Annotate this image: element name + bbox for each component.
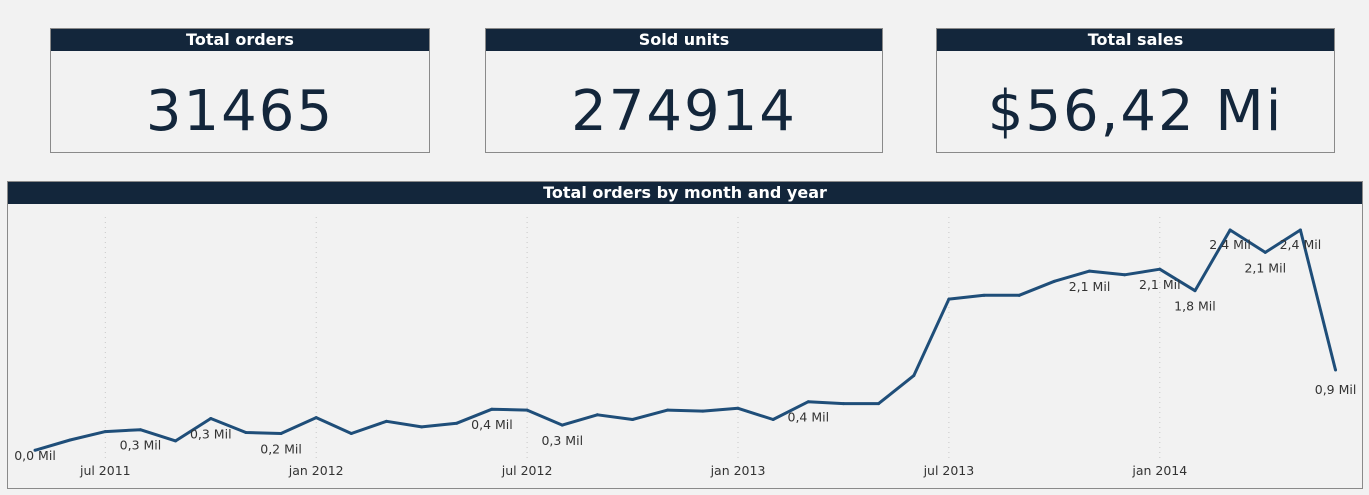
data-point[interactable] xyxy=(1052,279,1056,283)
data-point[interactable] xyxy=(1123,273,1127,277)
data-point[interactable] xyxy=(490,407,494,411)
data-point[interactable] xyxy=(209,417,213,421)
data-point[interactable] xyxy=(631,417,635,421)
data-label: 0,0 Mil xyxy=(14,448,56,463)
data-label: 0,3 Mil xyxy=(120,438,162,453)
data-point[interactable] xyxy=(1334,368,1338,372)
data-label: 0,9 Mil xyxy=(1315,382,1357,397)
chart-plot: jul 2011 jan 2012 jul 2012 jan 2013 jul 2013… xyxy=(14,217,1357,478)
x-tick-label: jul 2011 xyxy=(79,463,131,478)
data-point[interactable] xyxy=(420,425,424,429)
x-tick-label: jan 2013 xyxy=(710,463,766,478)
data-point[interactable] xyxy=(1228,228,1232,232)
kpi-value: 274914 xyxy=(571,79,797,144)
data-point[interactable] xyxy=(455,421,459,425)
data-point[interactable] xyxy=(666,408,670,412)
data-point[interactable] xyxy=(701,409,705,413)
data-label: 0,2 Mil xyxy=(260,441,302,456)
total-sales-card: Total sales $56,42 Mi xyxy=(936,28,1335,153)
data-point[interactable] xyxy=(1263,250,1267,254)
data-point[interactable] xyxy=(385,419,388,423)
data-point[interactable] xyxy=(912,374,916,378)
data-point[interactable] xyxy=(1193,289,1197,293)
kpi-value: $56,42 Mi xyxy=(987,79,1284,144)
data-label: 0,3 Mil xyxy=(190,427,232,442)
kpi-value: 31465 xyxy=(145,79,335,144)
data-point[interactable] xyxy=(947,297,951,301)
data-point[interactable] xyxy=(806,400,810,404)
x-tick-label: jul 2013 xyxy=(923,463,975,478)
data-point[interactable] xyxy=(138,428,142,432)
data-label: 2,1 Mil xyxy=(1244,260,1286,275)
data-point[interactable] xyxy=(174,439,178,443)
data-label: 0,4 Mil xyxy=(788,410,830,425)
data-point[interactable] xyxy=(595,413,599,417)
data-label: 0,3 Mil xyxy=(541,433,583,448)
data-point[interactable] xyxy=(771,417,775,421)
data-point[interactable] xyxy=(1158,267,1162,271)
x-tick-label: jan 2014 xyxy=(1131,463,1187,478)
data-point[interactable] xyxy=(1088,269,1091,273)
x-tick-label: jul 2012 xyxy=(501,463,553,478)
x-tick-label: jan 2012 xyxy=(288,463,344,478)
kpi-title: Total sales xyxy=(937,29,1334,51)
data-point[interactable] xyxy=(279,431,283,435)
data-point[interactable] xyxy=(525,408,529,412)
data-point[interactable] xyxy=(103,430,107,434)
data-label: 2,4 Mil xyxy=(1280,237,1322,252)
data-point[interactable] xyxy=(877,402,881,406)
data-point[interactable] xyxy=(841,402,845,406)
data-point[interactable] xyxy=(244,431,248,435)
series-line xyxy=(34,228,1337,452)
data-point[interactable] xyxy=(1298,228,1302,232)
orders-line-chart: Total orders by month and year jul 2011 j… xyxy=(7,181,1363,489)
data-point[interactable] xyxy=(982,293,986,297)
data-label: 2,1 Mil xyxy=(1139,277,1181,292)
data-point[interactable] xyxy=(1017,293,1021,297)
data-point[interactable] xyxy=(314,416,318,420)
kpi-title: Total orders xyxy=(51,29,429,51)
data-label: 2,1 Mil xyxy=(1069,279,1111,294)
sold-units-card: Sold units 274914 xyxy=(485,28,883,153)
data-point[interactable] xyxy=(560,423,564,427)
data-point[interactable] xyxy=(349,431,353,435)
data-label: 1,8 Mil xyxy=(1174,299,1216,314)
data-label: 0,4 Mil xyxy=(471,417,513,432)
data-point[interactable] xyxy=(736,406,740,410)
kpi-title: Sold units xyxy=(486,29,882,51)
data-point[interactable] xyxy=(68,438,72,442)
total-orders-card: Total orders 31465 xyxy=(50,28,430,153)
data-label: 2,4 Mil xyxy=(1209,237,1251,252)
